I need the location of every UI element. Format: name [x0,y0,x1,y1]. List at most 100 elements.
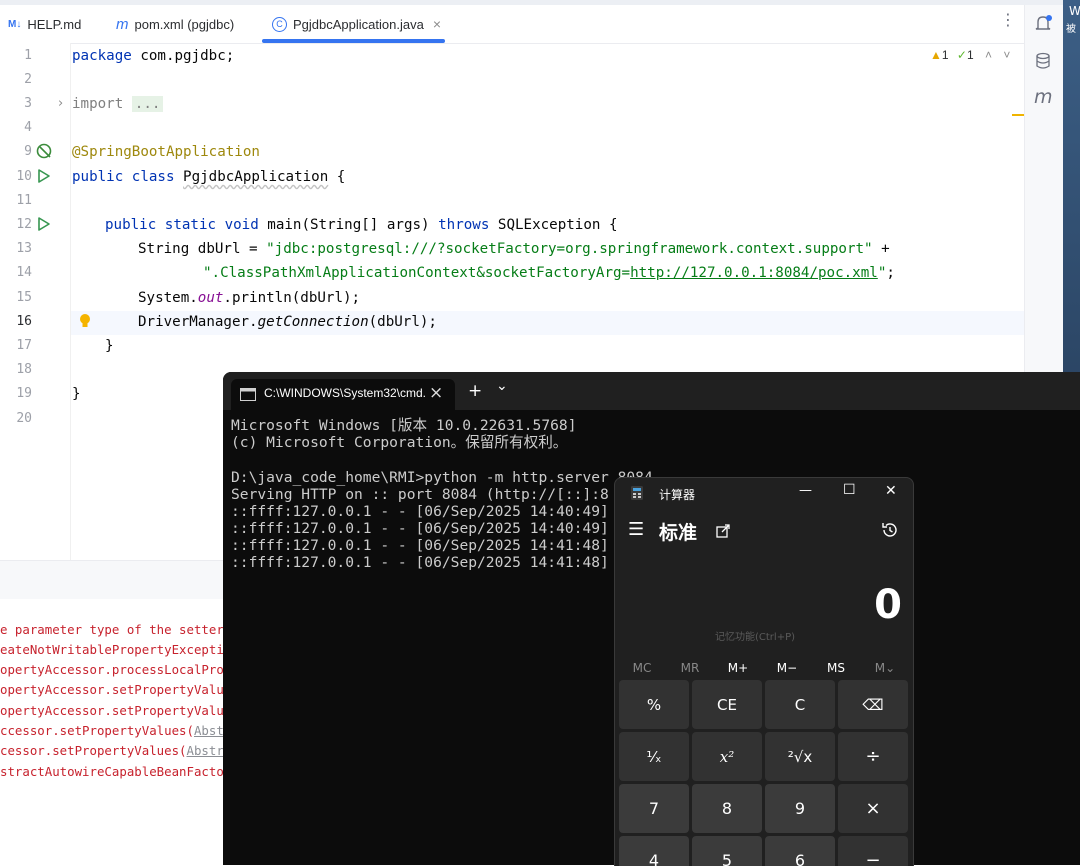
code-line[interactable]: public class PgjdbcApplication { [72,167,345,187]
square-root-button[interactable]: ²√x [765,732,835,781]
keyword: import [72,96,124,112]
memory-add-button[interactable]: M+ [714,661,762,675]
inspection-widget[interactable]: ▲1 ✓1 ˄ ˅ [930,48,1010,62]
url-link[interactable]: http://127.0.0.1:8084/poc.xml [630,265,878,281]
scrollbar-warning-marker[interactable] [1012,114,1024,116]
line-number: 19 [16,386,32,401]
class-name: PgjdbcApplication [183,169,329,185]
log-line: e parameter type of the setter m [0,622,228,637]
memory-clear-button[interactable]: MC [618,661,666,675]
code-text: .println(dbUrl); [223,290,361,306]
line-number: 16 [16,314,32,329]
tab-dropdown-icon[interactable]: ⌄ [496,378,508,394]
java-class-icon: C [272,16,287,32]
backspace-button[interactable]: ⌫ [838,680,908,729]
calculator-app-icon [631,486,643,500]
static-field: out [197,290,224,306]
active-tab-indicator [262,39,445,43]
tab-label: HELP.md [27,16,82,32]
divide-button[interactable]: ÷ [838,732,908,781]
memory-recall-button[interactable]: MR [666,661,714,675]
terminal-tab-title: C:\WINDOWS\System32\cmd. [264,386,427,400]
string-literal: ".ClassPathXmlApplicationContext&socketF… [203,265,631,281]
close-icon[interactable]: × [433,16,441,32]
log-line: opertyAccessor.setPropertyValue [0,682,228,697]
code-line[interactable]: } [72,384,81,404]
folded-imports[interactable]: ... [131,96,164,112]
terminal-line: ::ffff:127.0.0.1 - - [06/Sep/2025 14:41:… [231,537,609,554]
run-icon[interactable] [37,216,51,232]
code-line[interactable]: DriverManager.getConnection(dbUrl); [138,312,437,332]
line-number: 14 [16,265,32,280]
code-line[interactable]: package com.pgjdbc; [72,46,234,66]
notifications-icon[interactable] [1034,14,1054,34]
percent-button[interactable]: % [619,680,689,729]
tab-pgjdbc-application[interactable]: C PgjdbcApplication.java × [272,5,441,43]
reciprocal-button[interactable]: ¹⁄ₓ [619,732,689,781]
digit-8-button[interactable]: 8 [692,784,762,833]
digit-7-button[interactable]: 7 [619,784,689,833]
close-tab-icon[interactable]: × [429,383,443,403]
clear-button[interactable]: C [765,680,835,729]
memory-store-button[interactable]: MS [812,661,860,675]
tab-label: PgjdbcApplication.java [293,16,424,32]
log-line: cessor.setPropertyValues(Abstr [0,741,224,761]
terminal-line: ::ffff:127.0.0.1 - - [06/Sep/2025 14:40:… [231,503,609,520]
terminal-tab[interactable]: C:\WINDOWS\System32\cmd. × [231,379,455,410]
spring-bean-icon[interactable] [36,143,54,161]
run-icon[interactable] [37,168,51,184]
chevron-down-icon[interactable]: ˅ [1003,48,1010,62]
code-line[interactable]: import ... [72,94,164,114]
warning-count: 1 [941,48,949,62]
history-icon[interactable] [881,521,899,539]
new-tab-icon[interactable]: + [468,381,482,401]
desktop-text: 被 [1066,24,1076,35]
code-line[interactable]: @SpringBootApplication [72,142,260,162]
subtract-button[interactable]: − [838,836,908,866]
line-number: 20 [16,411,32,426]
code-text: String dbUrl = [138,241,267,257]
digit-9-button[interactable]: 9 [765,784,835,833]
hamburger-menu-icon[interactable]: ☰ [628,519,644,540]
line-number: 2 [24,72,32,87]
memory-list-button[interactable]: M⌄ [861,661,909,675]
keyword: public static void [105,217,259,233]
close-icon[interactable]: ✕ [885,483,897,499]
database-icon[interactable] [1035,52,1053,72]
code-line[interactable]: ".ClassPathXmlApplicationContext&socketF… [203,263,895,283]
maximize-icon[interactable]: ☐ [843,482,856,498]
maven-tool-icon[interactable]: m [1034,86,1053,108]
lightbulb-icon[interactable] [78,313,92,331]
tab-help-md[interactable]: M↓ HELP.md [8,5,81,43]
fold-expand-icon[interactable]: › [58,96,63,111]
clear-entry-button[interactable]: CE [692,680,762,729]
stack-link[interactable]: Abstr [187,743,224,758]
code-line[interactable]: public static void main(String[] args) t… [105,215,618,235]
square-button[interactable]: x² [692,732,762,781]
minimize-icon[interactable]: — [799,483,812,498]
digit-6-button[interactable]: 6 [765,836,835,866]
line-number: 1 [24,48,32,63]
digit-4-button[interactable]: 4 [619,836,689,866]
keyword: throws [438,217,490,233]
code-line[interactable]: System.out.println(dbUrl); [138,288,360,308]
chevron-up-icon[interactable]: ˄ [985,48,992,62]
line-number: 15 [16,290,32,305]
log-line: opertyAccessor.processLocalProp [0,662,228,677]
code-line[interactable]: String dbUrl = "jdbc:postgresql:///?sock… [138,239,890,259]
run-console-output: e parameter type of the setter m eateNot… [0,620,228,865]
more-options-icon[interactable]: ⋮ [1000,10,1016,29]
multiply-button[interactable]: × [838,784,908,833]
tab-pom-xml[interactable]: m pom.xml (pgjdbc) [116,5,234,43]
digit-5-button[interactable]: 5 [692,836,762,866]
code-line[interactable]: } [105,336,114,356]
memory-subtract-button[interactable]: M− [763,661,811,675]
line-number: 11 [16,193,32,208]
code-text: { [328,169,346,185]
keep-on-top-icon[interactable] [716,523,731,538]
line-number: 13 [16,241,32,256]
code-text: SQLException { [489,217,618,233]
line-number: 12 [16,217,32,232]
desktop-text: W [1069,4,1080,18]
code-text: main(String[] args) [258,217,439,233]
